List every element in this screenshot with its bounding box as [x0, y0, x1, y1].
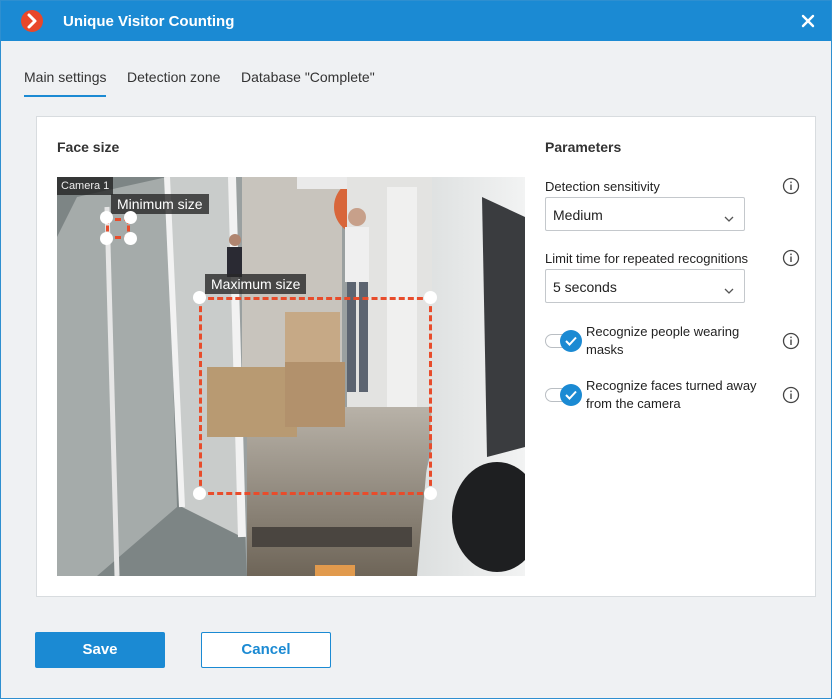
- title-bar: Unique Visitor Counting: [1, 1, 831, 41]
- dialog-window: Unique Visitor Counting Main settings De…: [0, 0, 832, 699]
- masks-toggle[interactable]: [545, 330, 582, 352]
- info-icon[interactable]: [782, 177, 800, 195]
- repeat-limit-select[interactable]: 5 seconds: [545, 269, 745, 303]
- chevron-down-icon: [724, 282, 734, 300]
- info-icon[interactable]: [782, 332, 800, 350]
- detection-sensitivity-label: Detection sensitivity: [545, 179, 660, 194]
- min-handle-top-right[interactable]: [124, 211, 137, 224]
- min-handle-bottom-left[interactable]: [100, 232, 113, 245]
- tab-detection-zone[interactable]: Detection zone: [127, 69, 220, 97]
- minimum-size-label: Minimum size: [111, 194, 209, 214]
- tab-main-settings[interactable]: Main settings: [24, 69, 107, 97]
- detection-sensitivity-select[interactable]: Medium: [545, 197, 745, 231]
- face-size-title: Face size: [57, 139, 120, 155]
- info-icon[interactable]: [782, 249, 800, 267]
- toggle-knob: [560, 330, 582, 352]
- tab-database[interactable]: Database "Complete": [241, 69, 375, 97]
- repeat-limit-value: 5 seconds: [553, 279, 617, 295]
- min-handle-bottom-right[interactable]: [124, 232, 137, 245]
- masks-toggle-label: Recognize people wearing masks: [586, 324, 740, 357]
- maximum-size-box[interactable]: [199, 297, 432, 495]
- turned-away-toggle-label: Recognize faces turned away from the cam…: [586, 378, 757, 411]
- window-title: Unique Visitor Counting: [63, 13, 235, 30]
- maximum-size-label: Maximum size: [205, 274, 307, 294]
- max-handle-top-right[interactable]: [424, 291, 437, 304]
- max-handle-top-left[interactable]: [193, 291, 206, 304]
- repeat-limit-label: Limit time for repeated recognitions: [545, 251, 749, 266]
- camera-preview: Camera 1 Minimum size Maximum size: [57, 177, 525, 576]
- detection-sensitivity-value: Medium: [553, 207, 603, 223]
- chevron-down-icon: [724, 210, 734, 228]
- save-button[interactable]: Save: [35, 632, 165, 668]
- min-handle-top-left[interactable]: [100, 211, 113, 224]
- toggle-knob: [560, 384, 582, 406]
- turned-away-toggle[interactable]: [545, 384, 582, 406]
- max-handle-bottom-left[interactable]: [193, 487, 206, 500]
- camera-label: Camera 1: [57, 177, 114, 195]
- info-icon[interactable]: [782, 386, 800, 404]
- max-handle-bottom-right[interactable]: [424, 487, 437, 500]
- close-icon[interactable]: [799, 12, 817, 30]
- parameters-title: Parameters: [545, 139, 622, 155]
- settings-panel: Face size Camera 1 Minimum size Maximum …: [36, 116, 816, 597]
- cancel-button[interactable]: Cancel: [201, 632, 331, 668]
- app-logo-icon: [21, 10, 43, 32]
